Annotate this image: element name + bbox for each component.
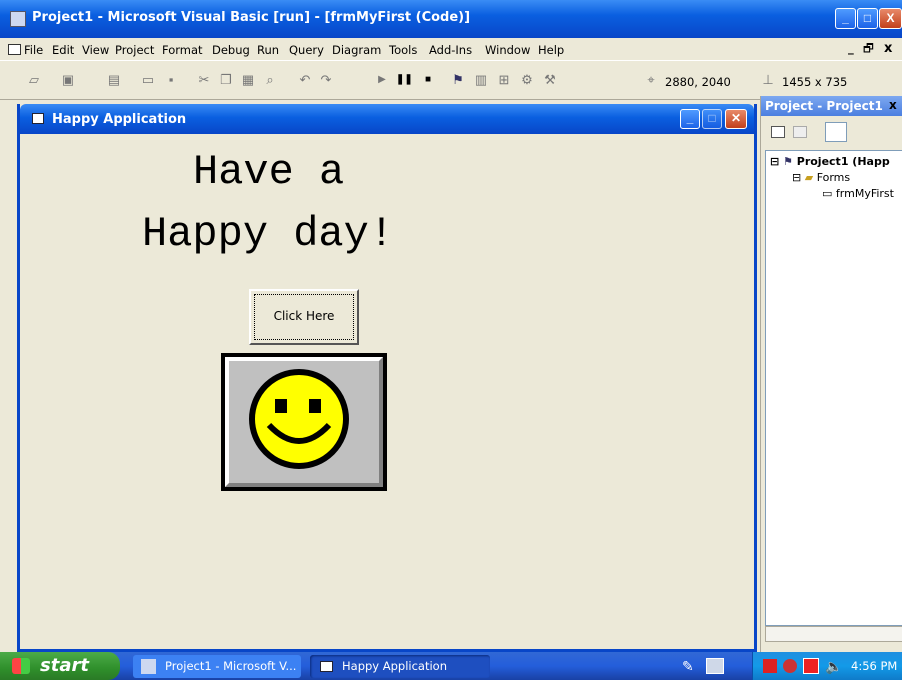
start-button[interactable]: start [0, 652, 120, 680]
quick-launch-icon[interactable]: ✎ [682, 658, 694, 675]
taskbar-item-vb[interactable]: Project1 - Microsoft V... [133, 655, 301, 678]
vb-app-icon [10, 11, 26, 27]
maximize-button[interactable]: □ [857, 8, 878, 29]
menu-query[interactable]: Query [289, 43, 324, 57]
view-code-icon[interactable] [771, 126, 785, 138]
clock[interactable]: 4:56 PM [851, 659, 897, 673]
standard-toolbar: ▱ ▣ ▤ ▭ ▪ ✂ ❐ ▦ ⌕ ↶ ↷ ▶ ❚❚ ■ ⚑ ▥ ⊞ ⚙ ⚒ ⌖… [0, 60, 902, 100]
project-explorer-panel: Project - Project1 x ⊟ ⚑ Project1 (Happ … [760, 96, 902, 652]
child-minimize-button[interactable]: _ [680, 109, 700, 129]
smiley-face-icon [249, 369, 349, 469]
menu-diagram[interactable]: Diagram [332, 43, 381, 57]
child-close-button[interactable]: ✕ [725, 109, 747, 129]
open-icon[interactable]: ▭ [140, 72, 156, 88]
form-node-icon: ▭ [822, 187, 833, 200]
close-button[interactable]: X [879, 8, 902, 29]
taskbar-item-happy-app[interactable]: Happy Application [310, 655, 490, 678]
menu-run[interactable]: Run [257, 43, 279, 57]
save-icon[interactable]: ▪ [163, 72, 179, 88]
menu-edit[interactable]: Edit [52, 43, 74, 57]
undo-icon[interactable]: ↶ [297, 72, 313, 88]
menu-window[interactable]: Window [485, 43, 530, 57]
click-here-button[interactable]: Click Here [249, 289, 359, 345]
speaker-icon[interactable]: 🔈 [825, 658, 842, 675]
position-readout: 2880, 2040 [665, 75, 731, 89]
mdi-close-button[interactable]: x [884, 41, 892, 56]
menu-bar: File Edit View Project Format Debug Run … [0, 38, 902, 60]
tree-project-label: Project1 (Happ [796, 155, 890, 168]
smiley-frame [225, 357, 383, 487]
greeting-line-2: Happy day! [142, 210, 395, 258]
redo-icon[interactable]: ↷ [318, 72, 334, 88]
project-explorer-title[interactable]: Project - Project1 x [761, 96, 902, 116]
main-title-bar[interactable]: Project1 - Microsoft Visual Basic [run] … [0, 0, 902, 38]
copy-icon[interactable]: ❐ [218, 72, 234, 88]
menu-project[interactable]: Project [115, 43, 154, 57]
add-form-icon[interactable]: ▣ [60, 72, 76, 88]
project-node-icon: ⚑ [783, 155, 793, 168]
folder-icon: ▰ [804, 171, 814, 184]
tree-forms-node[interactable]: ⊟ ▰ Forms [792, 171, 850, 184]
taskbar: start Project1 - Microsoft V... Happy Ap… [0, 652, 902, 680]
project-explorer-close-button[interactable]: x [889, 98, 897, 112]
network-icon[interactable] [763, 659, 777, 673]
toggle-folders-icon[interactable] [825, 122, 847, 142]
taskbar-item-vb-label: Project1 - Microsoft V... [165, 659, 297, 673]
view-object-icon[interactable] [793, 126, 807, 138]
windows-logo-icon [12, 658, 30, 674]
tree-form-label: frmMyFirst [835, 187, 894, 200]
tree-forms-label: Forms [816, 171, 851, 184]
menu-format[interactable]: Format [162, 43, 203, 57]
form-window-icon [32, 113, 44, 124]
vb-taskbar-icon [141, 659, 156, 674]
minimize-button[interactable]: _ [835, 8, 856, 29]
form-client-area: Have a Happy day! Click Here [30, 134, 754, 649]
start-icon[interactable]: ▶ [374, 72, 390, 88]
size-readout: 1455 x 735 [782, 75, 848, 89]
mdi-minimize-button[interactable]: _ [848, 41, 854, 55]
toolbox-icon[interactable]: ⚒ [542, 72, 558, 88]
language-icon[interactable] [706, 658, 724, 674]
properties-window-icon[interactable]: ▥ [473, 72, 489, 88]
project-tree: ⊟ ⚑ Project1 (Happ ⊟ ▰ Forms ▭ frmMyFirs… [765, 150, 902, 626]
menu-help[interactable]: Help [538, 43, 564, 57]
greeting-line-1: Have a [193, 148, 345, 196]
project-explorer-icon[interactable]: ⚑ [450, 72, 466, 88]
object-browser-icon[interactable]: ⚙ [519, 72, 535, 88]
menu-view[interactable]: View [82, 43, 109, 57]
taskbar-item-happy-app-label: Happy Application [342, 659, 448, 673]
system-tray: 🔈 4:56 PM [752, 652, 902, 680]
horizontal-scrollbar[interactable] [765, 626, 902, 642]
security-shield-icon[interactable] [783, 659, 797, 673]
project-explorer-title-text: Project - Project1 [765, 99, 883, 113]
add-project-icon[interactable]: ▱ [26, 72, 42, 88]
end-icon[interactable]: ■ [420, 72, 436, 88]
happy-app-taskbar-icon [320, 661, 333, 672]
break-icon[interactable]: ❚❚ [396, 72, 413, 88]
size-icon: ⊥ [762, 72, 774, 87]
smiley-picture-box[interactable] [221, 353, 387, 491]
form-layout-icon[interactable]: ⊞ [496, 72, 512, 88]
menu-tools[interactable]: Tools [389, 43, 417, 57]
start-label: start [40, 655, 89, 676]
find-icon[interactable]: ⌕ [262, 72, 278, 88]
paste-icon[interactable]: ▦ [240, 72, 256, 88]
cut-icon[interactable]: ✂ [196, 72, 212, 88]
mdi-restore-button[interactable]: 🗗 [863, 41, 874, 60]
child-maximize-button[interactable]: □ [702, 109, 722, 129]
menu-add-ins[interactable]: Add-Ins [429, 43, 472, 57]
child-window-title: Happy Application [52, 112, 187, 127]
position-icon: ⌖ [647, 72, 655, 87]
menu-editor-icon[interactable]: ▤ [106, 72, 122, 88]
happy-application-window: Happy Application _ □ ✕ Have a Happy day… [17, 104, 757, 652]
menu-debug[interactable]: Debug [212, 43, 250, 57]
tree-project-node[interactable]: ⊟ ⚑ Project1 (Happ [770, 155, 890, 168]
main-window-title: Project1 - Microsoft Visual Basic [run] … [32, 10, 471, 25]
tree-form-node[interactable]: ▭ frmMyFirst [822, 187, 894, 200]
form-icon [8, 44, 21, 55]
antivirus-icon[interactable] [803, 658, 819, 674]
child-title-bar[interactable]: Happy Application _ □ ✕ [20, 104, 754, 134]
menu-file[interactable]: File [24, 43, 43, 57]
